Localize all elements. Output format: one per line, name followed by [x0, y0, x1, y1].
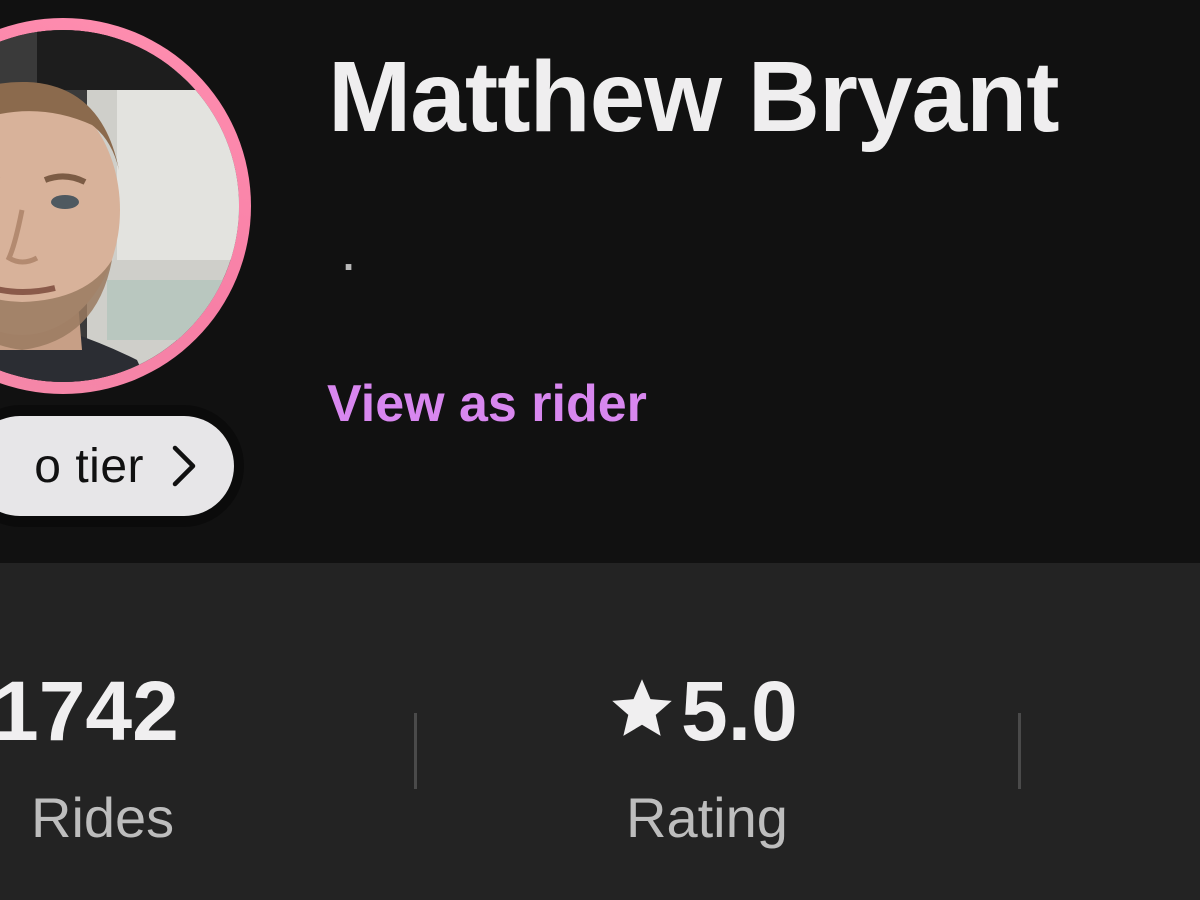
stats-divider: [414, 713, 417, 789]
stats-bar: 1742 Rides 5.0 Rating: [0, 563, 1200, 900]
tier-button[interactable]: o tier: [0, 416, 234, 516]
rating-value-group: 5.0: [607, 663, 798, 760]
avatar[interactable]: [0, 30, 239, 382]
profile-header: o tier Matthew Bryant . View as rider: [0, 0, 1200, 563]
view-as-rider-link[interactable]: View as rider: [327, 374, 647, 434]
avatar-photo: [0, 30, 239, 382]
star-icon: [612, 679, 672, 736]
rating-label: Rating: [626, 786, 788, 849]
tier-label: o tier: [34, 439, 144, 493]
stats-divider: [1018, 713, 1021, 789]
rides-count: 1742: [0, 664, 179, 758]
driver-name: Matthew Bryant: [328, 41, 1060, 153]
rides-label: Rides: [31, 786, 175, 849]
profile-subtitle: .: [343, 235, 355, 279]
rating-value: 5.0: [681, 664, 798, 758]
avatar-ring: [0, 18, 251, 394]
chevron-right-icon: [172, 445, 196, 487]
driver-profile-screen: o tier Matthew Bryant . View as rider 17…: [0, 0, 1200, 900]
